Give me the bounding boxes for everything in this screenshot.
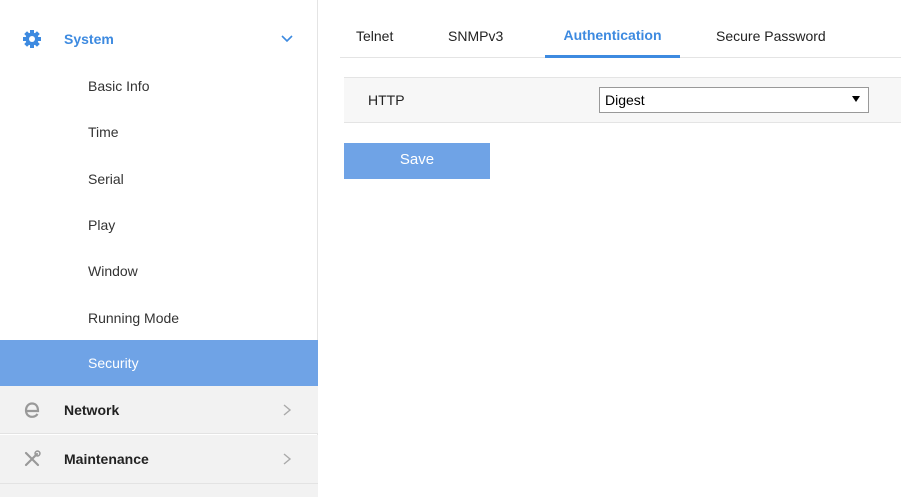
- sidebar-section-label: Network: [64, 401, 120, 418]
- chevron-right-icon: [280, 452, 294, 466]
- tab-authentication[interactable]: Authentication: [545, 14, 680, 58]
- save-button[interactable]: Save: [344, 143, 490, 179]
- dropdown-arrow-icon: [852, 96, 860, 102]
- sidebar-item-play[interactable]: Play: [0, 202, 318, 248]
- gear-icon: [22, 29, 42, 49]
- tab-label: SNMPv3: [448, 28, 504, 44]
- sidebar-section-label: Maintenance: [64, 451, 149, 467]
- tab-label: Secure Password: [716, 28, 826, 44]
- sidebar-footer: [0, 484, 318, 497]
- sidebar-item-label: Running Mode: [88, 310, 180, 326]
- sidebar-item-label: Security: [88, 355, 139, 371]
- sidebar-section-network[interactable]: Network: [0, 386, 318, 434]
- sidebar-item-label: Basic Info: [88, 78, 150, 94]
- chevron-down-icon: [280, 32, 294, 46]
- tab-label: Authentication: [563, 26, 662, 43]
- sidebar-item-label: Time: [88, 124, 119, 140]
- sidebar-item-label: Window: [88, 263, 138, 279]
- sidebar-item-label: Play: [88, 217, 116, 233]
- http-label: HTTP: [368, 92, 405, 108]
- sidebar-item-basic-info[interactable]: Basic Info: [0, 63, 318, 109]
- sidebar: System Basic Info Time Serial Play Windo…: [0, 0, 318, 497]
- sidebar-section-maintenance[interactable]: Maintenance: [0, 435, 318, 484]
- sidebar-item-label: Serial: [88, 171, 124, 187]
- tab-secure-password[interactable]: Secure Password: [716, 14, 826, 58]
- tab-telnet[interactable]: Telnet: [356, 14, 393, 58]
- tools-icon: [22, 449, 42, 469]
- tab-snmpv3[interactable]: SNMPv3: [448, 14, 503, 58]
- sidebar-item-running-mode[interactable]: Running Mode: [0, 295, 318, 341]
- chevron-right-icon: [280, 403, 294, 417]
- http-auth-value: Digest: [605, 92, 645, 108]
- sidebar-section-label: System: [64, 31, 114, 47]
- e-icon: [22, 400, 42, 420]
- http-auth-select[interactable]: Digest: [599, 87, 869, 113]
- sidebar-item-time[interactable]: Time: [0, 109, 318, 155]
- sidebar-section-system[interactable]: System: [0, 14, 318, 64]
- http-auth-row: HTTP Digest: [344, 77, 901, 123]
- sidebar-item-serial[interactable]: Serial: [0, 156, 318, 202]
- sidebar-item-window[interactable]: Window: [0, 248, 318, 294]
- sidebar-item-security[interactable]: Security: [0, 340, 318, 386]
- tab-label: Telnet: [356, 28, 394, 44]
- tab-bar: Telnet SNMPv3 Authentication Secure Pass…: [340, 14, 901, 58]
